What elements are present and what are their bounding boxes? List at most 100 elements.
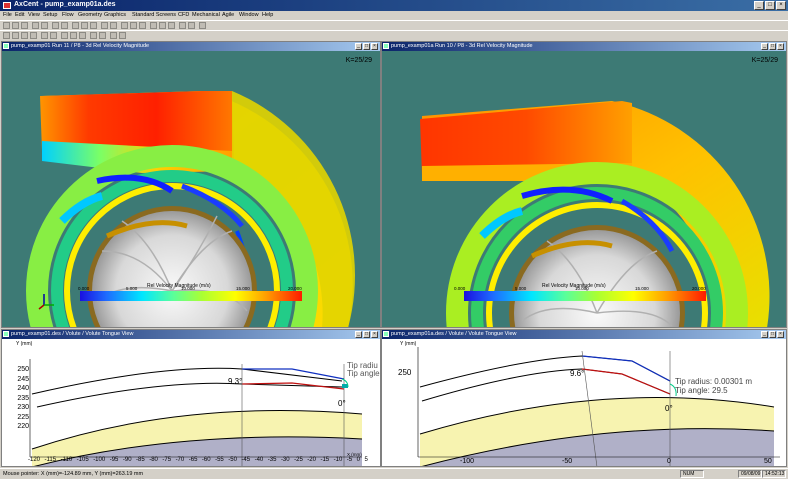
axis-icon[interactable] [50,32,57,39]
select-icon[interactable] [3,32,10,39]
menu-agile[interactable]: Agile [222,11,234,20]
tip-radius-label: Tip radius: 0.00301 m [675,377,753,386]
vector-icon[interactable] [79,32,86,39]
rotate-icon[interactable] [121,22,128,29]
menu-view[interactable]: View [28,11,40,20]
x-tick: -110 [60,457,73,463]
paste-icon[interactable] [90,22,97,29]
view-top-icon[interactable] [168,22,175,29]
window-titlebar: AxCent - pump_examp01a.des _ □ × [0,0,788,11]
menu-standard-screens[interactable]: Standard Screens [132,11,176,20]
panel-minimize-button[interactable]: _ [761,331,768,338]
menu-edit[interactable]: Edit [15,11,24,20]
close-button[interactable]: × [776,1,786,10]
panel-3d-run10[interactable]: pump_examp01a Run 10 / P8 - 3d Rel Veloc… [381,41,787,328]
preview-icon[interactable] [41,22,48,29]
curve-icon[interactable] [30,32,37,39]
minimize-button[interactable]: _ [754,1,764,10]
legend-tick: 5.000 [126,286,138,291]
color-icon[interactable] [61,32,68,39]
panel-volute-tongue-01a[interactable]: pump_examp01a.des / Volute / Volute Tong… [381,329,787,467]
panel-close-button[interactable]: × [777,43,784,50]
menu-flow[interactable]: Flow [62,11,74,20]
y-tick: 245 [17,375,29,383]
panel-close-button[interactable]: × [371,43,378,50]
settings-icon[interactable] [119,32,126,39]
copy-icon[interactable] [81,22,88,29]
probe-icon[interactable] [99,32,106,39]
x-tick: -55 [215,457,224,463]
menu-graphics[interactable]: Graphics [104,11,126,20]
graph-icon[interactable] [179,22,186,29]
menu-mechanical[interactable]: Mechanical [192,11,220,20]
panel-title-bar: pump_examp01a Run 10 / P8 - 3d Rel Veloc… [382,42,786,51]
volute-tongue-plot[interactable]: Y (mm) 250 -100 -50 0 50 9.6° 0° Tip rad… [382,339,786,466]
x-tick: 5 [364,457,368,463]
k-index-label: K=25/29 [345,57,372,64]
menu-cfd[interactable]: CFD [178,11,189,20]
x-tick: 0 [667,458,671,465]
volute-tongue-plot[interactable]: Y (mm) 250 245 240 235 230 225 220 -120 … [2,339,380,466]
volute-tongue-drawing [417,347,780,466]
tip-angle-label: Tip angle [347,369,380,378]
num-lock-indicator: NUM [680,470,704,478]
panel-title-bar: pump_examp01 Run 11 / P8 - 3d Rel Veloci… [2,42,380,51]
cut-icon[interactable] [72,22,79,29]
panel-maximize-button[interactable]: □ [769,331,776,338]
x-tick: -105 [76,457,89,463]
3d-viewport[interactable]: K=25/29 Rel Velocity Magnitude (m/s) 0.0… [2,51,380,327]
menu-window[interactable]: Window [239,11,259,20]
y-tick: 240 [17,385,29,392]
panel-close-button[interactable]: × [371,331,378,338]
k-index-label: K=25/29 [751,57,778,64]
export-icon[interactable] [110,32,117,39]
panel-close-button[interactable]: × [777,331,784,338]
panel-3d-run11[interactable]: pump_examp01 Run 11 / P8 - 3d Rel Veloci… [1,41,381,328]
panel-icon [3,331,9,337]
3d-viewport[interactable]: K=25/29 Rel Velocity Magnitude (m/s) 0.0… [382,51,786,327]
panel-minimize-button[interactable]: _ [761,43,768,50]
save-icon[interactable] [21,22,28,29]
panel-volute-tongue-01[interactable]: pump_examp01.des / Volute / Volute Tongu… [1,329,381,467]
maximize-button[interactable]: □ [765,1,775,10]
panel-title: pump_examp01a.des / Volute / Volute Tong… [391,331,517,337]
print-icon[interactable] [32,22,39,29]
undo-icon[interactable] [52,22,59,29]
angle-label: 9.6° [570,369,585,378]
x-tick: -50 [228,457,237,463]
y-tick-column: 250 245 240 235 230 225 220 [5,365,29,432]
x-tick: -5 [346,457,353,463]
streamline-icon[interactable] [90,32,97,39]
fit-icon[interactable] [139,22,146,29]
help-icon[interactable] [199,22,206,29]
panel-maximize-button[interactable]: □ [363,331,370,338]
zoom-in-icon[interactable] [101,22,108,29]
x-tick: -85 [136,457,145,463]
view-front-icon[interactable] [150,22,157,29]
menu-geometry[interactable]: Geometry [78,11,102,20]
redo-icon[interactable] [61,22,68,29]
menu-setup[interactable]: Setup [43,11,57,20]
menu-file[interactable]: File [3,11,12,20]
table-icon[interactable] [188,22,195,29]
open-file-icon[interactable] [12,22,19,29]
panel-maximize-button[interactable]: □ [769,43,776,50]
y-tick: 220 [17,423,29,430]
menu-help[interactable]: Help [262,11,273,20]
view-side-icon[interactable] [159,22,166,29]
point-icon[interactable] [12,32,19,39]
pan-icon[interactable] [130,22,137,29]
line-icon[interactable] [21,32,28,39]
grid-icon[interactable] [41,32,48,39]
legend-tick: 5.000 [515,286,527,291]
x-tick: -80 [149,457,158,463]
panel-maximize-button[interactable]: □ [363,43,370,50]
contour-icon[interactable] [70,32,77,39]
legend-tick: 10.000 [181,286,195,291]
toolbar-secondary [0,30,788,40]
zoom-out-icon[interactable] [110,22,117,29]
panel-minimize-button[interactable]: _ [355,43,362,50]
panel-title: pump_examp01.des / Volute / Volute Tongu… [11,331,134,337]
new-file-icon[interactable] [3,22,10,29]
panel-minimize-button[interactable]: _ [355,331,362,338]
